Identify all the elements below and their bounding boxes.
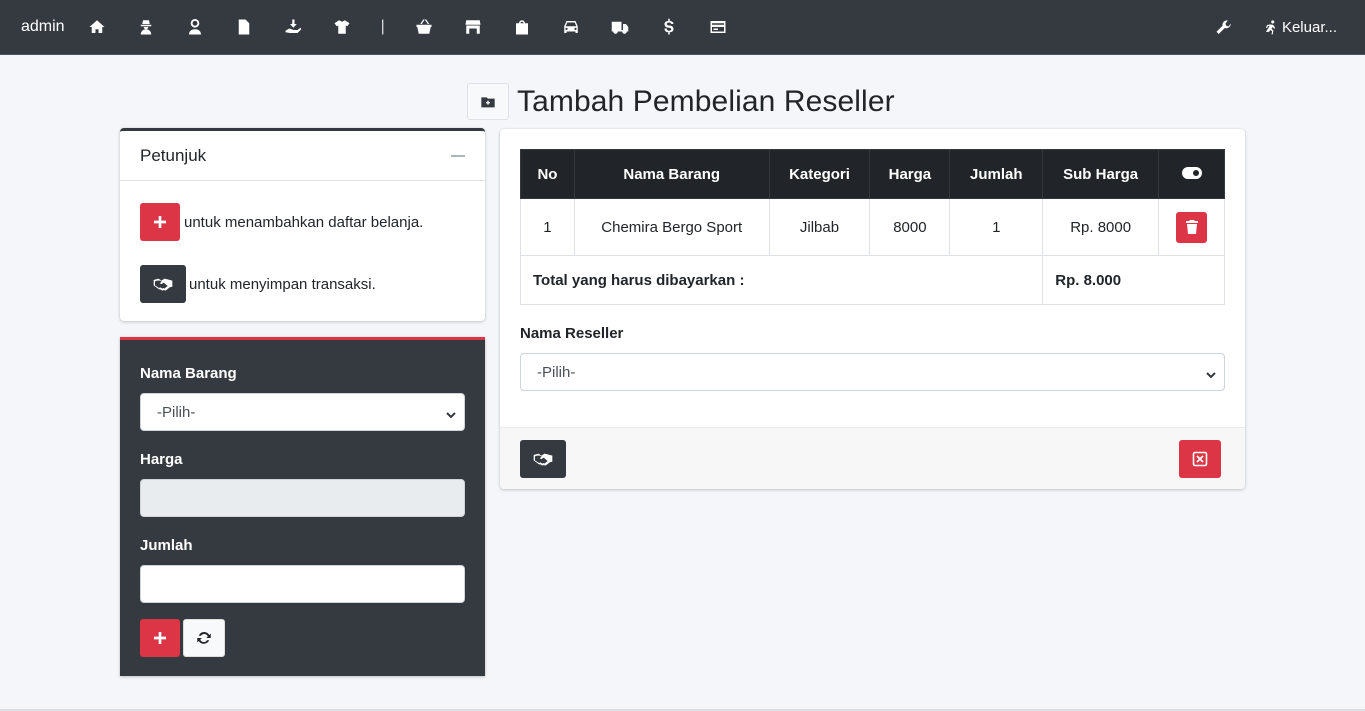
chevron-down-icon	[446, 407, 456, 419]
table-row: 1 Chemira Bergo Sport Jilbab 8000 1 Rp. …	[520, 198, 1225, 256]
store-icon[interactable]	[463, 17, 483, 37]
item-name-label: Nama Barang	[140, 365, 237, 382]
help-card-header: Petunjuk	[120, 131, 485, 181]
basket-icon[interactable]	[414, 17, 434, 37]
price-label: Harga	[140, 451, 183, 468]
shopping-bag-icon[interactable]	[512, 17, 532, 37]
folder-plus-button[interactable]	[467, 83, 509, 120]
col-category: Kategori	[768, 149, 871, 199]
col-price: Harga	[869, 149, 951, 199]
total-label: Total yang harus dibayarkan :	[519, 255, 1044, 305]
item-name-select[interactable]: -Pilih-	[140, 393, 465, 431]
help-save-text: untuk menyimpan transaksi.	[189, 275, 376, 293]
folder-plus-icon	[481, 96, 495, 107]
price-input	[140, 479, 465, 517]
help-add-text: untuk menambahkan daftar belanja.	[184, 213, 424, 231]
cell-item-name: Chemira Bergo Sport	[573, 198, 770, 256]
reseller-select[interactable]: -Pilih-	[520, 353, 1225, 391]
help-save-row: untuk menyimpan transaksi.	[140, 265, 376, 303]
delete-item-button[interactable]	[1176, 211, 1208, 243]
brand-user[interactable]: admin	[21, 18, 65, 36]
table-header-row: No Nama Barang Kategori Harga Jumlah Sub…	[520, 149, 1225, 199]
nav-separator: |	[380, 18, 385, 35]
page-title: Tambah Pembelian Reseller	[517, 84, 895, 118]
help-card-title: Petunjuk	[140, 145, 207, 165]
handshake-icon	[533, 453, 553, 466]
file-invoice-icon[interactable]	[234, 17, 254, 37]
page-header: Tambah Pembelian Reseller	[467, 83, 895, 120]
logout-link[interactable]: Keluar...	[1264, 19, 1337, 36]
plus-icon	[154, 632, 166, 644]
col-subtotal: Sub Harga	[1042, 149, 1160, 199]
top-navbar: admin | Keluar...	[0, 0, 1365, 55]
cart-card: No Nama Barang Kategori Harga Jumlah Sub…	[500, 129, 1245, 489]
qty-input[interactable]	[140, 565, 465, 603]
dollar-icon[interactable]	[659, 17, 679, 37]
cart-table: No Nama Barang Kategori Harga Jumlah Sub…	[519, 149, 1225, 305]
tshirt-icon[interactable]	[332, 17, 352, 37]
cell-price: 8000	[869, 198, 951, 256]
handshake-icon	[140, 265, 186, 303]
save-transaction-button[interactable]	[520, 440, 566, 478]
collapse-minus-icon[interactable]	[451, 154, 465, 157]
wrench-icon[interactable]	[1214, 18, 1234, 38]
total-row: Total yang harus dibayarkan : Rp. 8.000	[519, 255, 1225, 305]
col-qty: Jumlah	[949, 149, 1044, 199]
help-add-row: untuk menambahkan daftar belanja.	[140, 203, 423, 241]
help-card: Petunjuk untuk menambahkan daftar belanj…	[120, 128, 485, 321]
toggle-on-icon	[1181, 166, 1202, 179]
credit-card-icon[interactable]	[708, 17, 728, 37]
truck-icon[interactable]	[610, 17, 630, 37]
cancel-button[interactable]	[1179, 440, 1221, 478]
cell-subtotal: Rp. 8000	[1042, 198, 1160, 256]
cell-qty: 1	[949, 198, 1044, 256]
reseller-label: Nama Reseller	[520, 325, 624, 342]
chevron-down-icon	[1206, 367, 1216, 379]
logout-label: Keluar...	[1281, 19, 1337, 36]
refresh-icon	[197, 631, 211, 644]
col-item-name: Nama Barang	[573, 149, 770, 199]
cart-card-footer	[500, 427, 1245, 489]
user-tie-icon[interactable]	[185, 17, 205, 37]
qty-label: Jumlah	[140, 537, 193, 554]
cell-action	[1158, 198, 1225, 256]
user-secret-icon[interactable]	[136, 17, 156, 37]
reset-button[interactable]	[183, 619, 225, 657]
col-no: No	[520, 149, 575, 199]
total-value: Rp. 8.000	[1042, 255, 1225, 305]
home-icon[interactable]	[87, 17, 107, 37]
cell-category: Jilbab	[768, 198, 871, 256]
hand-holding-icon[interactable]	[283, 17, 303, 37]
close-square-icon	[1192, 451, 1208, 467]
add-item-form: Nama Barang -Pilih- Harga Jumlah	[120, 337, 485, 676]
car-icon[interactable]	[561, 17, 581, 37]
plus-icon	[140, 203, 180, 241]
trash-icon	[1185, 220, 1198, 234]
item-name-value: -Pilih-	[157, 403, 196, 421]
add-item-button[interactable]	[140, 619, 180, 657]
running-icon	[1265, 20, 1276, 35]
cell-no: 1	[520, 198, 575, 256]
reseller-value: -Pilih-	[537, 363, 576, 381]
col-action	[1158, 149, 1225, 199]
